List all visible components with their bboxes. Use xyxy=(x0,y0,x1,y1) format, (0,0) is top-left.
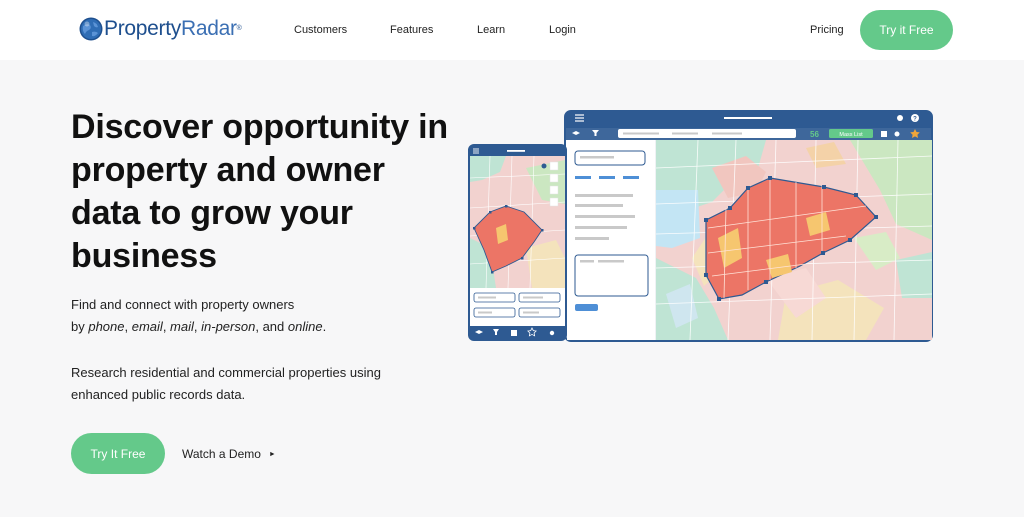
nav-pricing[interactable]: Pricing xyxy=(810,24,844,36)
svg-text:Mass List: Mass List xyxy=(839,132,863,138)
mobile-app-mockup xyxy=(468,144,567,341)
count-badge: 56 xyxy=(810,130,819,139)
app-illustration: ? 56 Mass List xyxy=(468,110,933,342)
hero-paragraph-research: Research residential and commercial prop… xyxy=(71,365,381,402)
desktop-app-mockup: ? 56 Mass List xyxy=(564,110,933,342)
brand-logo[interactable]: PropertyRadar® xyxy=(79,17,242,41)
site-header: PropertyRadar® Customers Features Learn … xyxy=(0,0,1024,60)
watch-demo-link[interactable]: Watch a Demo ► xyxy=(182,447,276,461)
hero-headline: Discover opportunity in property and own… xyxy=(71,108,448,275)
hero-try-free-button[interactable]: Try It Free xyxy=(71,433,165,474)
nav-learn[interactable]: Learn xyxy=(477,24,505,36)
svg-text:?: ? xyxy=(913,117,917,123)
nav-customers[interactable]: Customers xyxy=(294,24,347,36)
hero-paragraph-contact: Find and connect with property owners by… xyxy=(71,297,327,334)
header-try-free-button[interactable]: Try it Free xyxy=(860,10,953,50)
nav-login[interactable]: Login xyxy=(549,24,576,36)
nav-features[interactable]: Features xyxy=(390,24,433,36)
brand-wordmark: PropertyRadar® xyxy=(104,17,242,40)
map-icon xyxy=(881,131,887,137)
share-icon xyxy=(894,131,900,137)
play-arrow-icon: ► xyxy=(268,450,276,458)
globe-logo-icon xyxy=(79,17,103,41)
user-icon xyxy=(897,115,903,121)
